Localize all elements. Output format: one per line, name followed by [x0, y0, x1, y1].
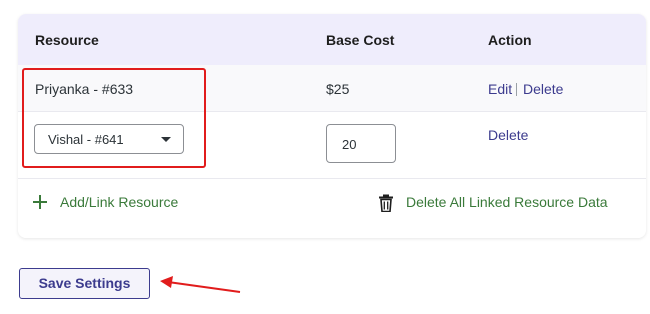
- delete-all-linked-label: Delete All Linked Resource Data: [406, 194, 608, 210]
- resource-name: Priyanka - #633: [35, 81, 134, 97]
- annotation-arrow-icon: [160, 276, 241, 293]
- add-link-resource-label: Add/Link Resource: [60, 194, 179, 210]
- table-row: Vishal - #641 20 Delete: [18, 112, 646, 179]
- edit-link[interactable]: Edit: [488, 81, 512, 97]
- plus-icon: [33, 195, 47, 209]
- trash-icon: [379, 194, 393, 212]
- resource-select-value: Vishal - #641: [48, 132, 124, 147]
- delete-link[interactable]: Delete: [488, 127, 528, 143]
- base-cost-value: $25: [326, 81, 350, 97]
- resource-select[interactable]: Vishal - #641: [34, 124, 184, 154]
- table-header: Resource Base Cost Action: [18, 14, 646, 65]
- header-resource: Resource: [35, 32, 99, 48]
- base-cost-input-value: 20: [342, 137, 357, 152]
- table-footer: Add/Link Resource Delete All Linked Reso…: [18, 179, 646, 238]
- delete-link[interactable]: Delete: [523, 81, 563, 97]
- base-cost-input[interactable]: 20: [326, 124, 396, 163]
- save-settings-button[interactable]: Save Settings: [19, 268, 150, 299]
- table-row: Priyanka - #633 $25 Edit Delete: [18, 65, 646, 112]
- resource-table-card: Resource Base Cost Action Priyanka - #63…: [18, 14, 646, 238]
- header-action: Action: [488, 32, 532, 48]
- action-separator: [516, 83, 517, 96]
- chevron-down-icon: [161, 137, 171, 142]
- header-base-cost: Base Cost: [326, 32, 395, 48]
